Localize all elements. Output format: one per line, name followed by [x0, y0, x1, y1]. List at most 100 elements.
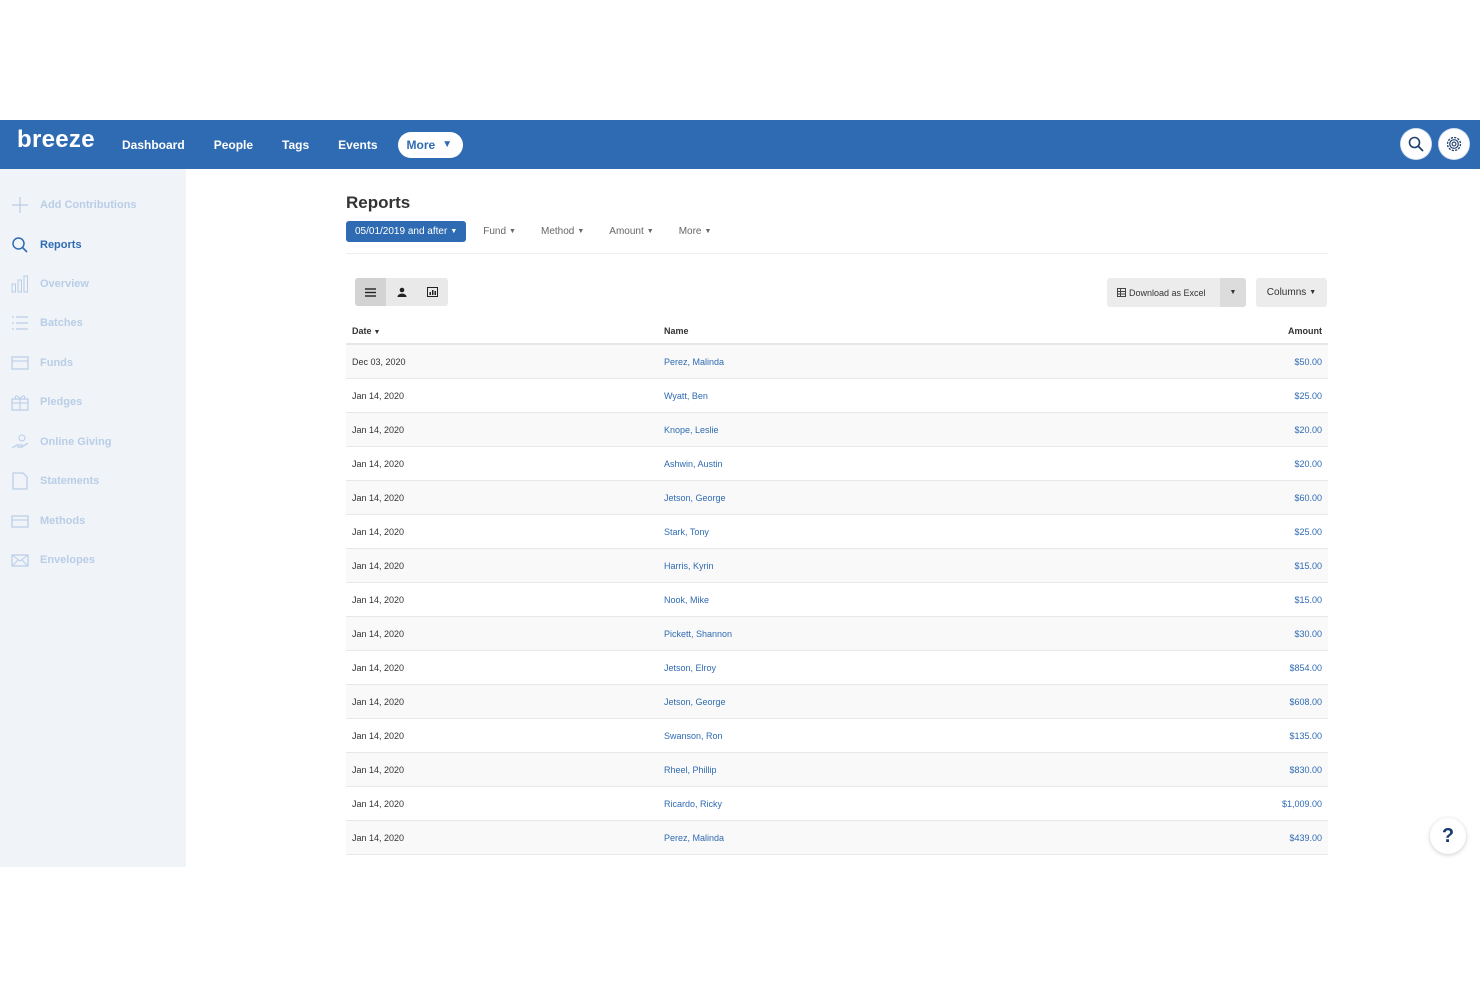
sidebar-item-reports[interactable]: Reports [11, 235, 82, 255]
cell-name[interactable]: Knope, Leslie [658, 412, 1064, 447]
cell-name[interactable]: Rheel, Phillip [658, 752, 1064, 787]
page-title: Reports [346, 193, 411, 212]
cell-name[interactable]: Perez, Malinda [658, 820, 1064, 855]
table-row[interactable]: Dec 03, 2020 Perez, Malinda $50.00 [346, 344, 1328, 379]
gear-icon[interactable] [1439, 129, 1469, 159]
gift-icon [11, 393, 29, 411]
more-filter[interactable]: More ▼ [679, 226, 712, 237]
list-icon [11, 314, 29, 332]
table-row[interactable]: Jan 14, 2020 Ashwin, Austin $20.00 [346, 446, 1328, 481]
table-row[interactable]: Jan 14, 2020 Stark, Tony $25.00 [346, 514, 1328, 549]
sidebar-item-label: Add Contributions [40, 199, 137, 211]
date-column-header[interactable]: Date ▼ [346, 319, 658, 345]
sidebar-item-funds[interactable]: Funds [11, 353, 73, 373]
more-filter-label: More [678, 226, 702, 237]
cell-amount: $1,009.00 [1064, 786, 1328, 821]
contributions-table: Date ▼ Name Amount Dec 03, 2020 Perez, Mal… [346, 319, 1328, 855]
cell-name[interactable]: Wyatt, Ben [658, 378, 1064, 413]
cell-name[interactable]: Harris, Kyrin [658, 548, 1064, 583]
nav-dashboard[interactable]: Dashboard [122, 138, 185, 152]
cell-name[interactable]: Ricardo, Ricky [658, 786, 1064, 821]
table-row[interactable]: Jan 14, 2020 Rheel, Phillip $830.00 [346, 752, 1328, 787]
table-row[interactable]: Jan 14, 2020 Jetson, Elroy $854.00 [346, 650, 1328, 685]
cell-name[interactable]: Swanson, Ron [658, 718, 1064, 753]
cell-name[interactable]: Perez, Malinda [658, 344, 1064, 379]
table-row[interactable]: Jan 14, 2020 Wyatt, Ben $25.00 [346, 378, 1328, 413]
table-row[interactable]: Jan 14, 2020 Jetson, George $60.00 [346, 480, 1328, 515]
envelope-icon [11, 551, 29, 569]
bar-chart-icon [11, 275, 29, 293]
cell-date: Jan 14, 2020 [346, 752, 658, 787]
table-row[interactable]: Jan 14, 2020 Perez, Malinda $439.00 [346, 820, 1328, 855]
plus-icon [11, 196, 29, 214]
sidebar-item-add-contributions[interactable]: Add Contributions [11, 195, 137, 215]
download-options-caret[interactable]: ▼ [1220, 278, 1246, 307]
nav-more-button[interactable]: More ▼ [397, 131, 464, 158]
sidebar-item-label: Pledges [40, 396, 83, 408]
table-row[interactable]: Jan 14, 2020 Jetson, George $608.00 [346, 684, 1328, 719]
sidebar-item-online-giving[interactable]: Online Giving [11, 432, 112, 452]
main-nav: Dashboard People Tags Events More ▼ [122, 120, 464, 169]
nav-tags[interactable]: Tags [282, 138, 309, 152]
cell-name[interactable]: Jetson, George [658, 684, 1064, 719]
chart-view-button[interactable] [417, 278, 448, 306]
name-column-header[interactable]: Name [658, 319, 1064, 345]
date-filter-button[interactable]: 05/01/2019 and after ▼ [346, 221, 467, 242]
nav-events[interactable]: Events [338, 138, 377, 152]
date-filter-label: 05/01/2019 and after [355, 226, 448, 237]
sidebar-item-label: Funds [40, 357, 73, 369]
table-row[interactable]: Jan 14, 2020 Pickett, Shannon $30.00 [346, 616, 1328, 651]
sidebar-item-label: Envelopes [40, 554, 96, 566]
list-view-button[interactable] [355, 278, 386, 306]
sidebar-item-label: Methods [40, 515, 86, 527]
cell-date: Jan 14, 2020 [346, 582, 658, 617]
caret-down-icon: ▼ [509, 228, 516, 235]
method-filter[interactable]: Method ▼ [541, 226, 584, 237]
sidebar-item-batches[interactable]: Batches [11, 313, 83, 333]
cell-amount: $25.00 [1064, 514, 1328, 549]
search-icon[interactable] [1401, 129, 1431, 159]
cell-name[interactable]: Ashwin, Austin [658, 446, 1064, 481]
columns-button[interactable]: Columns ▼ [1256, 278, 1327, 307]
caret-down-icon: ▼ [704, 228, 712, 235]
cell-date: Jan 14, 2020 [346, 616, 658, 651]
sidebar-item-label: Statements [40, 475, 100, 487]
search-icon [11, 236, 29, 254]
cell-name[interactable]: Pickett, Shannon [658, 616, 1064, 651]
help-button[interactable]: ? [1430, 818, 1466, 854]
table-row[interactable]: Jan 14, 2020 Ricardo, Ricky $1,009.00 [346, 786, 1328, 821]
download-excel-button[interactable]: Download as Excel [1107, 278, 1220, 307]
sidebar: Add Contributions Reports Overview Batch… [0, 169, 186, 867]
download-excel-label: Download as Excel [1129, 287, 1206, 298]
sidebar-item-statements[interactable]: Statements [11, 471, 99, 491]
cell-amount: $439.00 [1064, 820, 1328, 855]
cell-date: Dec 03, 2020 [346, 344, 658, 379]
cell-amount: $15.00 [1064, 582, 1328, 617]
sidebar-item-overview[interactable]: Overview [11, 274, 89, 294]
person-icon [397, 287, 406, 297]
amount-column-header[interactable]: Amount [1064, 319, 1328, 345]
caret-down-icon: ▼ [373, 329, 381, 336]
sidebar-item-methods[interactable]: Methods [11, 511, 85, 531]
caret-down-icon: ▼ [1309, 289, 1317, 296]
cell-amount: $15.00 [1064, 548, 1328, 583]
breeze-logo[interactable]: breeze [17, 126, 95, 154]
cell-amount: $25.00 [1064, 378, 1328, 413]
sidebar-item-envelopes[interactable]: Envelopes [11, 550, 95, 570]
person-view-button[interactable] [386, 278, 417, 306]
cell-date: Jan 14, 2020 [346, 786, 658, 821]
table-row[interactable]: Jan 14, 2020 Nook, Mike $15.00 [346, 582, 1328, 617]
amount-filter[interactable]: Amount ▼ [609, 226, 653, 237]
caret-down-icon: ▼ [450, 228, 458, 235]
cell-name[interactable]: Nook, Mike [658, 582, 1064, 617]
table-row[interactable]: Jan 14, 2020 Swanson, Ron $135.00 [346, 718, 1328, 753]
fund-filter[interactable]: Fund ▼ [483, 226, 516, 237]
cell-name[interactable]: Jetson, George [658, 480, 1064, 515]
cell-name[interactable]: Stark, Tony [658, 514, 1064, 549]
table-row[interactable]: Jan 14, 2020 Harris, Kyrin $15.00 [346, 548, 1328, 583]
cell-name[interactable]: Jetson, Elroy [658, 650, 1064, 685]
nav-people[interactable]: People [214, 138, 253, 152]
cell-date: Jan 14, 2020 [346, 684, 658, 719]
table-row[interactable]: Jan 14, 2020 Knope, Leslie $20.00 [346, 412, 1328, 447]
sidebar-item-pledges[interactable]: Pledges [11, 392, 82, 412]
